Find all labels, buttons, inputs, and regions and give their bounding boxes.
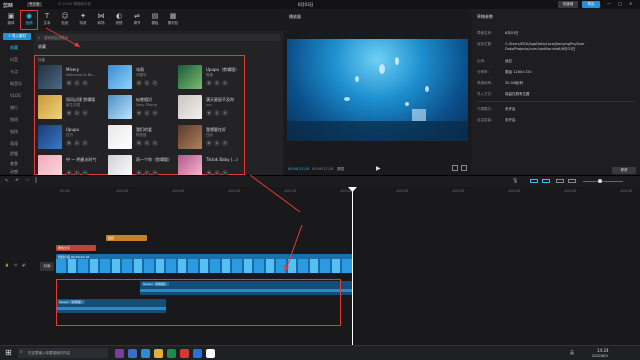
arrow-library-to-timeline: [249, 174, 301, 213]
arrow-to-search: [45, 27, 81, 48]
arrow-to-audio-track: [284, 224, 303, 273]
annotation-arrows: [45, 27, 303, 273]
arrowhead-audio: [284, 265, 289, 272]
